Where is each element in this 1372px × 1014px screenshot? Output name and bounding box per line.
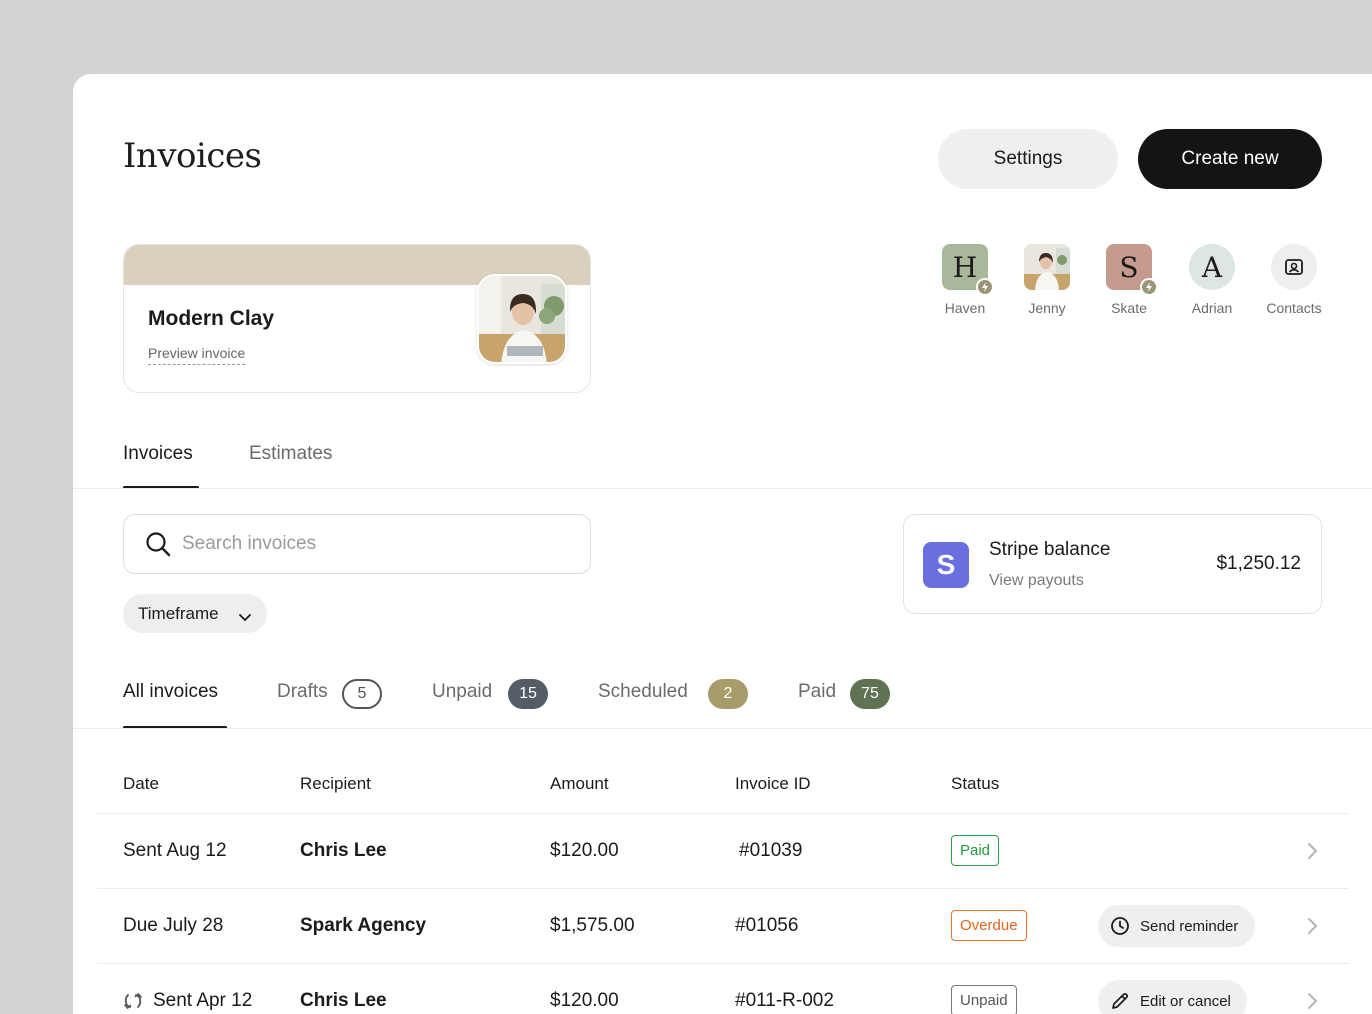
filter-paid[interactable]: Paid [798, 681, 836, 703]
person-photo-icon [1024, 244, 1070, 290]
row-divider [97, 888, 1349, 889]
avatar [1024, 244, 1070, 290]
cell-amount: $120.00 [550, 840, 619, 861]
unpaid-count-badge: 15 [508, 679, 548, 709]
edit-or-cancel-label: Edit or cancel [1140, 992, 1231, 1010]
status-badge: Overdue [951, 910, 1027, 941]
chevron-right-icon[interactable] [1306, 842, 1318, 865]
business-card[interactable]: Modern Clay Preview invoice [123, 244, 591, 393]
page-title: Invoices [123, 136, 262, 176]
filter-unpaid[interactable]: Unpaid [432, 681, 492, 703]
cell-recipient: Spark Agency [300, 915, 427, 936]
cell-amount: $1,575.00 [550, 915, 635, 936]
cell-date: Sent Apr 12 [153, 990, 253, 1011]
cell-recipient: Chris Lee [300, 840, 387, 861]
cell-recipient: Chris Lee [300, 990, 387, 1011]
timeframe-dropdown[interactable]: Timeframe [123, 594, 267, 633]
column-header-recipient[interactable]: Recipient [300, 774, 371, 794]
view-payouts-link[interactable]: View payouts [989, 572, 1084, 590]
contacts-button[interactable]: Contacts [1254, 244, 1334, 316]
column-header-amount[interactable]: Amount [550, 774, 609, 794]
column-header-status[interactable]: Status [951, 774, 999, 794]
contact-haven[interactable]: H Haven [925, 244, 1005, 316]
bolt-icon [976, 278, 994, 296]
row-divider [97, 813, 1349, 814]
edit-or-cancel-button[interactable]: Edit or cancel [1098, 980, 1247, 1014]
contact-name: Adrian [1191, 300, 1233, 316]
pencil-icon [1112, 993, 1128, 1009]
contact-name: Haven [944, 300, 986, 316]
row-divider [97, 963, 1349, 964]
filter-drafts[interactable]: Drafts [277, 681, 328, 703]
chevron-down-icon [239, 607, 251, 627]
status-badge: Paid [951, 835, 1000, 866]
search-box[interactable] [123, 514, 591, 574]
tab-invoices[interactable]: Invoices [123, 443, 193, 465]
column-header-date[interactable]: Date [123, 774, 159, 794]
tab-estimates[interactable]: Estimates [249, 443, 332, 465]
column-header-invoice-id[interactable]: Invoice ID [735, 774, 811, 794]
avatar: H [942, 244, 994, 296]
divider [73, 728, 1372, 729]
avatar: S [1106, 244, 1158, 296]
contact-skate[interactable]: S Skate [1089, 244, 1169, 316]
filter-all-invoices[interactable]: All invoices [123, 681, 218, 703]
settings-button[interactable]: Settings [938, 129, 1118, 189]
scheduled-count-badge: 2 [708, 679, 748, 709]
contacts-icon [1271, 244, 1317, 290]
cell-date: Due July 28 [123, 915, 224, 936]
contact-adrian[interactable]: A Adrian [1172, 244, 1252, 316]
status-badge: Unpaid [951, 985, 1017, 1014]
preview-invoice-link[interactable]: Preview invoice [148, 345, 246, 365]
paid-count-badge: 75 [850, 679, 890, 709]
chevron-right-icon[interactable] [1306, 992, 1318, 1014]
person-photo-icon [479, 276, 565, 362]
stripe-amount: $1,250.12 [1216, 553, 1301, 574]
timeframe-label: Timeframe [138, 603, 219, 623]
stripe-logo-icon: S [923, 542, 969, 588]
create-new-button[interactable]: Create new [1138, 129, 1322, 189]
divider [73, 488, 1372, 489]
send-reminder-label: Send reminder [1140, 917, 1239, 935]
contact-name: Jenny [1028, 300, 1066, 316]
search-input[interactable] [182, 529, 562, 559]
filter-scheduled[interactable]: Scheduled [598, 681, 688, 703]
business-name: Modern Clay [148, 307, 275, 330]
contact-jenny[interactable]: Jenny [1007, 244, 1087, 316]
stripe-balance-card[interactable]: S Stripe balance View payouts $1,250.12 [903, 514, 1322, 614]
cell-date: Sent Aug 12 [123, 840, 227, 861]
contact-name: Contacts [1266, 300, 1322, 316]
recurring-icon [123, 992, 143, 1014]
chevron-right-icon[interactable] [1306, 917, 1318, 940]
drafts-count-badge: 5 [342, 679, 382, 709]
app-window: Invoices Settings Create new Modern Clay… [73, 74, 1372, 1014]
cell-invoice-id: #011-R-002 [735, 990, 834, 1011]
clock-icon [1111, 917, 1129, 935]
cell-invoice-id: #01056 [735, 915, 799, 936]
bolt-icon [1140, 278, 1158, 296]
business-photo [477, 274, 567, 364]
stripe-title: Stripe balance [989, 539, 1111, 560]
cell-invoice-id: #01039 [739, 840, 803, 861]
contact-name: Skate [1111, 300, 1147, 316]
avatar: A [1189, 244, 1235, 290]
cell-amount: $120.00 [550, 990, 619, 1011]
search-icon [145, 531, 171, 562]
send-reminder-button[interactable]: Send reminder [1098, 905, 1255, 947]
